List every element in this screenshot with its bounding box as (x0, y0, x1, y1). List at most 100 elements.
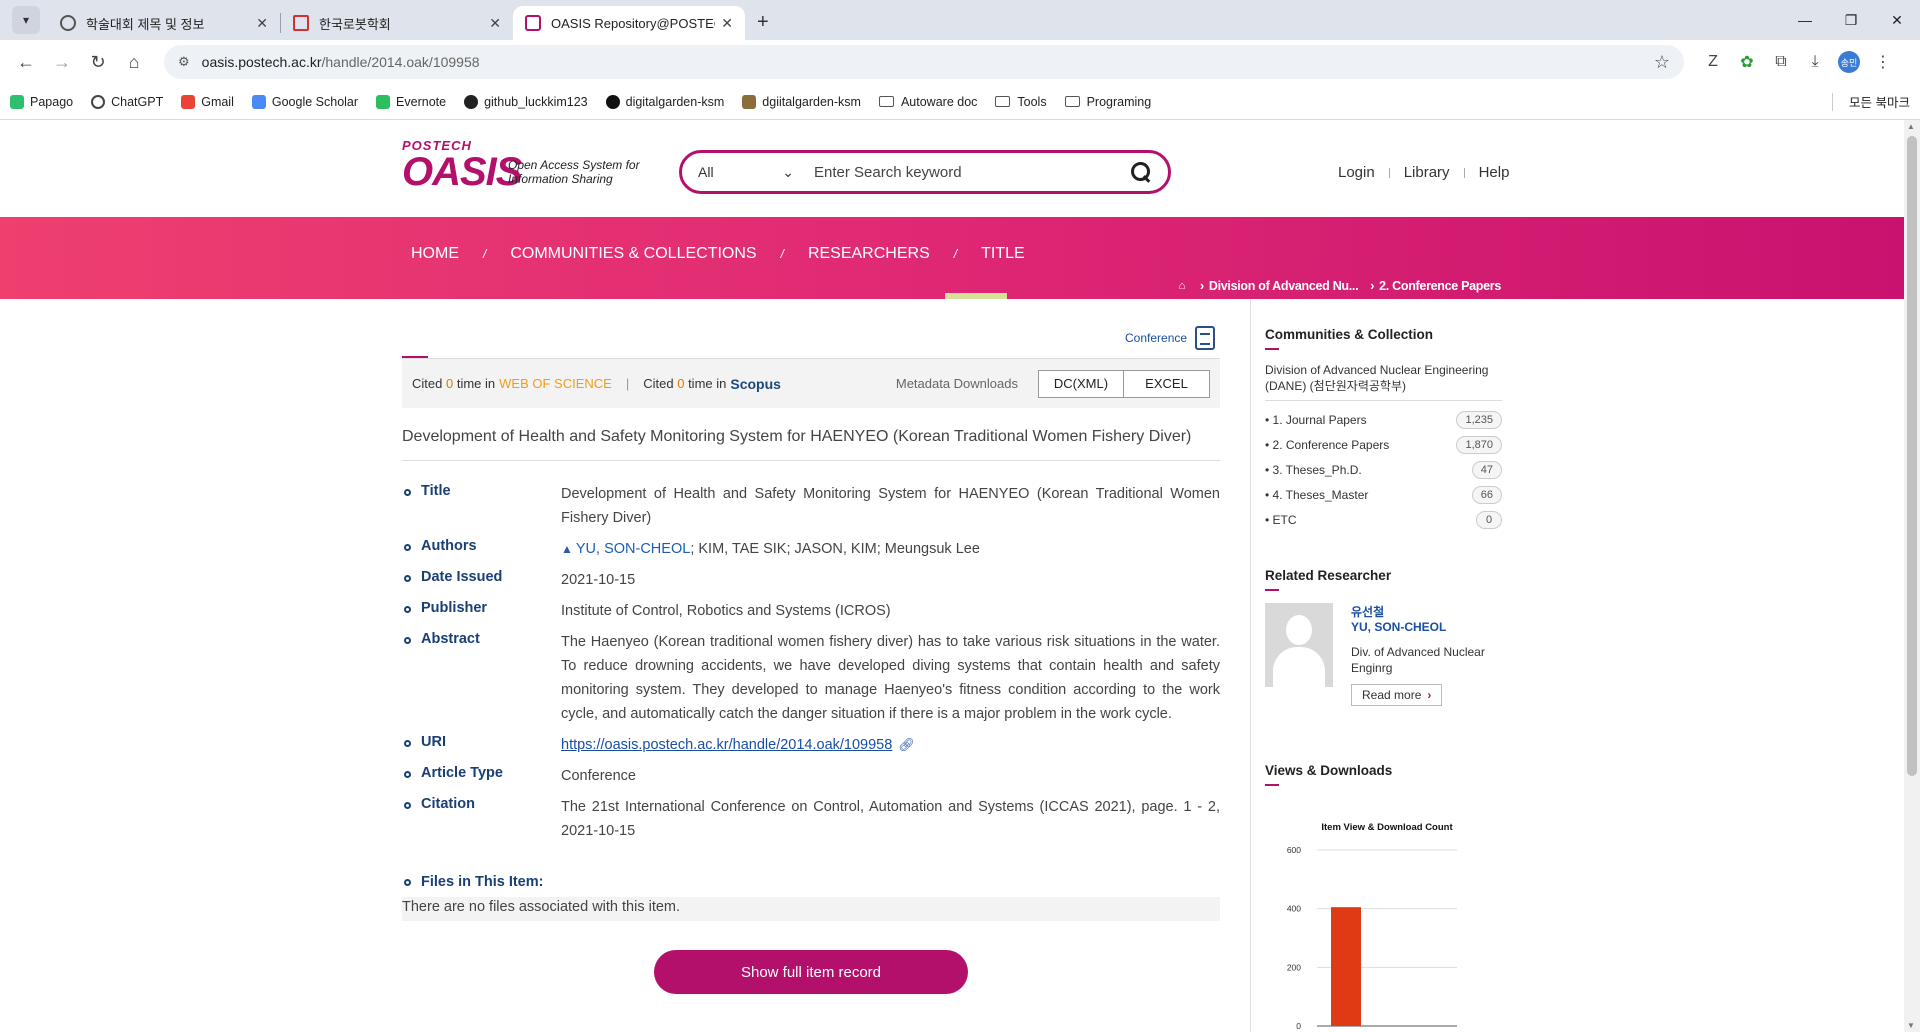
login-link[interactable]: Login (1338, 164, 1375, 181)
divider: | (625, 376, 630, 391)
chart-title: Item View & Download Count (1321, 822, 1453, 833)
bookmark-folder-autoware[interactable]: Autoware doc (878, 95, 977, 109)
main-nav-band: HOME / COMMUNITIES & COLLECTIONS / RESEA… (0, 217, 1904, 299)
papago-icon (10, 94, 24, 109)
read-more-button[interactable]: Read more › (1351, 684, 1443, 706)
home-icon[interactable]: ⌂ (118, 46, 150, 78)
reload-icon[interactable]: ↻ (82, 46, 114, 78)
evernote-icon (376, 94, 391, 109)
researcher-department: Div. of Advanced Nuclear Enginrg (1351, 645, 1485, 675)
close-icon[interactable]: ✕ (489, 15, 501, 32)
nav-title[interactable]: TITLE (981, 245, 1025, 263)
bookmark-papago[interactable]: Papago (10, 94, 73, 109)
field-value: The Haenyeo (Korean traditional women fi… (561, 634, 1220, 722)
collection-label: • 4. Theses_Master (1265, 487, 1369, 502)
bookmark-google-scholar[interactable]: Google Scholar (251, 94, 358, 109)
nav-home[interactable]: HOME (411, 245, 459, 263)
back-arrow-icon[interactable]: ← (10, 46, 42, 78)
author-link[interactable]: YU, SON-CHEOL (576, 541, 690, 557)
bullet-icon (404, 544, 411, 551)
scopus-logo[interactable]: Scopus (730, 376, 781, 392)
scopus-count: 0 (677, 376, 685, 391)
oasis-logo[interactable]: POSTECH OASIS Open Access System for Inf… (402, 138, 640, 192)
tab-search-button[interactable]: ▾ (12, 6, 40, 34)
site-info-icon[interactable]: ⚙ (178, 54, 190, 70)
nav-communities[interactable]: COMMUNITIES & COLLECTIONS (510, 245, 756, 263)
more-menu-icon[interactable]: ⋮ (1866, 46, 1900, 78)
new-tab-button[interactable]: + (757, 11, 769, 34)
bookmark-folder-programing[interactable]: Programing (1064, 95, 1151, 109)
bookmark-star-icon[interactable]: ☆ (1654, 52, 1670, 73)
tab-1[interactable]: 학술대회 제목 및 정보 ✕ (48, 6, 280, 40)
collection-item[interactable]: • 2. Conference Papers 1,870 (1265, 432, 1502, 457)
document-icon (1195, 326, 1216, 350)
sidebar-researcher-title: Related Researcher (1265, 568, 1392, 583)
profile-avatar[interactable]: 송민 (1838, 51, 1860, 73)
breadcrumb-division[interactable]: Division of Advanced Nu... (1209, 279, 1359, 293)
bookmark-dgiitalgarden[interactable]: dgiitalgarden-ksm (742, 94, 861, 109)
close-icon[interactable]: ✕ (256, 15, 268, 32)
close-window-icon[interactable]: ✕ (1874, 0, 1920, 40)
breadcrumb-conference-papers[interactable]: 2. Conference Papers (1379, 279, 1501, 293)
bookmark-github[interactable]: github_luckkim123 (464, 94, 588, 109)
library-link[interactable]: Library (1404, 164, 1450, 181)
scroll-up-icon[interactable]: ▲ (1907, 122, 1915, 131)
tab-label: 한국로봇학회 (319, 16, 391, 32)
researcher-name-korean[interactable]: 유선철 (1351, 603, 1505, 620)
field-authors: Authors ▲ YU, SON-CHEOL; KIM, TAE SIK; JA… (402, 537, 1220, 561)
bookmark-digitalgarden[interactable]: digitalgarden-ksm (605, 94, 724, 109)
uri-link[interactable]: https://oasis.postech.ac.kr/handle/2014.… (561, 737, 892, 753)
minimize-icon[interactable]: — (1782, 0, 1828, 40)
browser-toolbar: ← → ↻ ⌂ ⚙ oasis.postech.ac.kr/handle/201… (0, 40, 1920, 84)
link-icon[interactable]: 🔗︎ (898, 737, 915, 752)
home-icon[interactable]: ⌂ (1179, 280, 1186, 292)
all-bookmarks[interactable]: 모든 북마크 (1832, 92, 1910, 111)
search-scope-value: All (698, 164, 714, 180)
page-scrollbar[interactable]: ▲ ▼ (1904, 120, 1920, 1032)
bookmarks-bar: Papago ChatGPT Gmail Google Scholar Ever… (0, 84, 1920, 120)
excel-button[interactable]: EXCEL (1124, 369, 1210, 398)
bookmark-chatgpt[interactable]: ChatGPT (91, 94, 163, 109)
search-input[interactable] (814, 163, 1130, 181)
browser-chrome: ▾ 학술대회 제목 및 정보 ✕ 한국로봇학회 ✕ OASIS Reposito… (0, 0, 1920, 120)
help-link[interactable]: Help (1479, 164, 1510, 181)
scrollbar-thumb[interactable] (1907, 136, 1917, 776)
bookmark-evernote[interactable]: Evernote (376, 94, 446, 109)
download-icon[interactable]: ⤓ (1798, 46, 1832, 78)
search-icon[interactable] (1130, 161, 1152, 183)
field-value: ▲ YU, SON-CHEOL; KIM, TAE SIK; JASON, KIM… (561, 537, 1220, 561)
avatar-head (1286, 615, 1312, 645)
tab-3-active[interactable]: OASIS Repository@POSTECH: ... ✕ (513, 6, 745, 40)
dc-xml-button[interactable]: DC(XML) (1038, 369, 1124, 398)
evernote-extension-icon[interactable]: ✿ (1730, 46, 1764, 78)
collection-item[interactable]: • 1. Journal Papers 1,235 (1265, 407, 1502, 432)
bullet-icon (404, 771, 411, 778)
tab-bar: ▾ 학술대회 제목 및 정보 ✕ 한국로봇학회 ✕ OASIS Reposito… (0, 0, 1920, 40)
bookmark-gmail[interactable]: Gmail (181, 94, 234, 109)
tab-2[interactable]: 한국로봇학회 ✕ (281, 6, 513, 40)
scroll-down-icon[interactable]: ▼ (1907, 1021, 1915, 1030)
show-full-record-button[interactable]: Show full item record (654, 950, 968, 994)
restore-icon[interactable]: ❐ (1828, 0, 1874, 40)
zotero-extension-icon[interactable]: Z (1696, 46, 1730, 78)
url-text[interactable]: oasis.postech.ac.kr/handle/2014.oak/1099… (202, 54, 1654, 70)
close-icon[interactable]: ✕ (721, 15, 733, 32)
field-title: Title Development of Health and Safety M… (402, 482, 1220, 530)
search-scope-select[interactable]: All ⌄ (698, 164, 794, 181)
collection-item[interactable]: • 4. Theses_Master 66 (1265, 482, 1502, 507)
field-value: https://oasis.postech.ac.kr/handle/2014.… (561, 733, 1220, 757)
field-label-text: Title (421, 483, 451, 499)
y-tick-label: 0 (1296, 1021, 1301, 1031)
collection-item[interactable]: • ETC 0 (1265, 507, 1502, 532)
nav-researchers[interactable]: RESEARCHERS (808, 245, 930, 263)
tab-label: 학술대회 제목 및 정보 (86, 16, 205, 32)
collection-parent[interactable]: Division of Advanced Nuclear Engineering… (1265, 362, 1502, 401)
extensions-puzzle-icon[interactable]: ⧉ (1764, 46, 1798, 78)
bookmark-folder-tools[interactable]: Tools (995, 95, 1047, 109)
collection-item[interactable]: • 3. Theses_Ph.D. 47 (1265, 457, 1502, 482)
github-icon (464, 94, 479, 109)
address-bar[interactable]: ⚙ oasis.postech.ac.kr/handle/2014.oak/10… (164, 45, 1684, 79)
researcher-name-english[interactable]: YU, SON-CHEOL (1351, 620, 1505, 634)
wos-logo[interactable]: WEB OF SCIENCE (499, 376, 612, 391)
forward-arrow-icon[interactable]: → (46, 46, 78, 78)
